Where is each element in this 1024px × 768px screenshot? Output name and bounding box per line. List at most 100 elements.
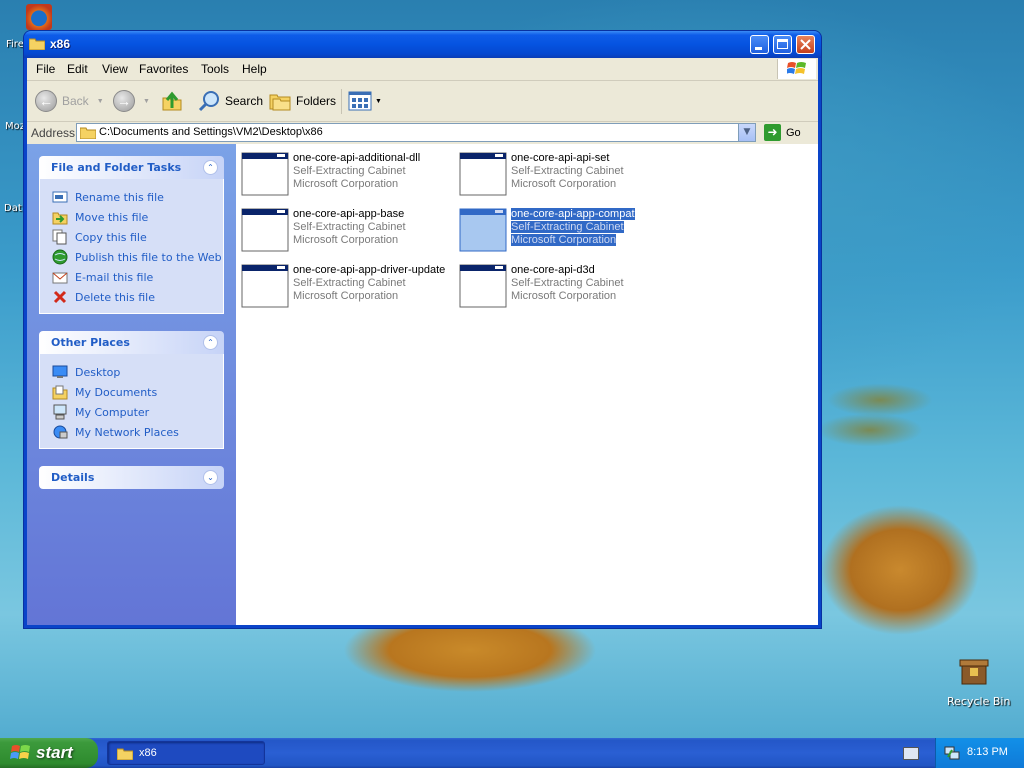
back-button[interactable]: ← Back ▼ xyxy=(35,90,104,112)
clock[interactable]: 8:13 PM xyxy=(967,746,1008,758)
windows-logo-icon xyxy=(777,59,816,79)
main-area: File and Folder Tasks ⌃ Rename this file… xyxy=(27,144,818,625)
back-label: Back xyxy=(62,94,89,108)
search-button[interactable]: Search xyxy=(197,90,263,112)
rename-icon xyxy=(52,191,68,203)
file-item[interactable]: one-core-api-app-base Self-Extracting Ca… xyxy=(241,208,441,256)
taskbar-window-label: x86 xyxy=(139,747,157,759)
task-copy-label: Copy this file xyxy=(75,230,147,244)
address-dropdown-button[interactable]: ▼ xyxy=(738,124,755,141)
recycle-bin-icon[interactable] xyxy=(958,656,990,686)
cabinet-file-icon xyxy=(241,264,289,308)
menu-file[interactable]: File xyxy=(36,62,55,76)
place-my-computer-label: My Computer xyxy=(75,405,150,419)
menu-tools[interactable]: Tools xyxy=(201,62,229,76)
other-places-panel: Other Places ⌃ Desktop My Documents My C… xyxy=(39,331,224,449)
collapse-icon[interactable]: ⌃ xyxy=(203,335,218,350)
views-icon xyxy=(348,91,372,111)
task-pane: File and Folder Tasks ⌃ Rename this file… xyxy=(27,144,236,625)
file-item[interactable]: one-core-api-app-driver-update Self-Extr… xyxy=(241,264,445,312)
other-places-list: Desktop My Documents My Computer My Netw… xyxy=(39,354,224,449)
task-move[interactable]: Move this file xyxy=(52,207,223,227)
start-label: start xyxy=(36,743,73,762)
address-bar: Address C:\Documents and Settings\VM2\De… xyxy=(27,122,818,145)
file-company: Microsoft Corporation xyxy=(511,178,617,190)
task-move-label: Move this file xyxy=(75,210,149,224)
desktop-firefox-icon[interactable] xyxy=(26,4,52,30)
file-name: one-core-api-app-compat xyxy=(511,208,635,220)
details-header[interactable]: Details ⌄ xyxy=(39,466,224,489)
file-type: Self-Extracting Cabinet xyxy=(511,221,624,233)
menu-view[interactable]: View xyxy=(102,62,128,76)
file-company: Microsoft Corporation xyxy=(293,290,399,302)
file-type: Self-Extracting Cabinet xyxy=(293,165,406,177)
up-folder-icon xyxy=(162,91,182,111)
task-email[interactable]: E-mail this file xyxy=(52,267,223,287)
place-desktop[interactable]: Desktop xyxy=(52,362,223,382)
menu-edit[interactable]: Edit xyxy=(67,62,88,76)
network-icon xyxy=(53,425,68,439)
place-my-computer[interactable]: My Computer xyxy=(52,402,223,422)
file-type: Self-Extracting Cabinet xyxy=(511,277,624,289)
file-item-selected[interactable]: one-core-api-app-compat Self-Extracting … xyxy=(459,208,659,256)
title-bar[interactable]: x86 xyxy=(24,31,821,58)
cabinet-file-icon xyxy=(459,152,507,196)
minimize-button[interactable] xyxy=(750,35,769,54)
views-button[interactable]: ▼ xyxy=(348,90,382,112)
place-my-documents[interactable]: My Documents xyxy=(52,382,223,402)
email-icon xyxy=(52,272,68,284)
forward-button[interactable]: → ▼ xyxy=(113,90,150,112)
file-item[interactable]: one-core-api-additional-dll Self-Extract… xyxy=(241,152,441,200)
file-item[interactable]: one-core-api-api-set Self-Extracting Cab… xyxy=(459,152,659,200)
task-delete-label: Delete this file xyxy=(75,290,155,304)
file-text: one-core-api-additional-dll Self-Extract… xyxy=(293,152,420,191)
window-title: x86 xyxy=(50,37,71,51)
window-body: File Edit View Favorites Tools Help ← Ba… xyxy=(27,58,818,625)
details-title: Details xyxy=(51,471,95,484)
task-publish-label: Publish this file to the Web xyxy=(75,250,222,264)
folder-icon xyxy=(117,748,133,760)
file-tasks-header[interactable]: File and Folder Tasks ⌃ xyxy=(39,156,224,179)
place-desktop-label: Desktop xyxy=(75,365,121,379)
recycle-bin-label[interactable]: Recycle Bin xyxy=(947,695,1010,708)
menu-favorites[interactable]: Favorites xyxy=(139,62,188,76)
other-places-header[interactable]: Other Places ⌃ xyxy=(39,331,224,354)
task-delete[interactable]: Delete this file xyxy=(52,287,223,307)
cabinet-file-icon xyxy=(459,264,507,308)
folders-button[interactable]: Folders xyxy=(269,90,336,112)
menu-help[interactable]: Help xyxy=(242,62,267,76)
maximize-icon xyxy=(777,39,788,49)
file-type: Self-Extracting Cabinet xyxy=(293,221,406,233)
search-icon xyxy=(198,91,219,112)
file-item[interactable]: one-core-api-d3d Self-Extracting Cabinet… xyxy=(459,264,659,312)
address-input[interactable]: C:\Documents and Settings\VM2\Desktop\x8… xyxy=(76,123,756,142)
task-rename[interactable]: Rename this file xyxy=(52,187,223,207)
place-network[interactable]: My Network Places xyxy=(52,422,223,442)
back-dropdown-icon: ▼ xyxy=(96,97,104,105)
keyboard-icon[interactable] xyxy=(903,747,919,760)
other-places-title: Other Places xyxy=(51,336,130,349)
maximize-button[interactable] xyxy=(773,35,792,54)
file-list-area: one-core-api-additional-dll Self-Extract… xyxy=(236,144,818,625)
web-icon xyxy=(52,249,68,265)
expand-icon[interactable]: ⌄ xyxy=(203,470,218,485)
my-computer-icon xyxy=(53,404,67,420)
task-copy[interactable]: Copy this file xyxy=(52,227,223,247)
collapse-icon[interactable]: ⌃ xyxy=(203,160,218,175)
start-button[interactable]: start xyxy=(0,738,98,768)
menu-bar: File Edit View Favorites Tools Help xyxy=(27,58,818,81)
go-button[interactable]: ➜ Go xyxy=(764,124,801,141)
file-name: one-core-api-app-base xyxy=(293,208,405,220)
file-type: Self-Extracting Cabinet xyxy=(511,165,624,177)
minimize-icon xyxy=(755,47,762,50)
file-text: one-core-api-app-base Self-Extracting Ca… xyxy=(293,208,406,247)
toolbar-separator xyxy=(341,89,342,114)
file-text: one-core-api-api-set Self-Extracting Cab… xyxy=(511,152,624,191)
close-button[interactable] xyxy=(796,35,815,54)
taskbar-window-button[interactable]: x86 xyxy=(107,741,265,765)
task-rename-label: Rename this file xyxy=(75,190,164,204)
network-tray-icon[interactable] xyxy=(944,745,960,761)
place-network-label: My Network Places xyxy=(75,425,179,439)
task-publish[interactable]: Publish this file to the Web xyxy=(52,247,223,267)
up-folder-button[interactable] xyxy=(161,90,183,112)
